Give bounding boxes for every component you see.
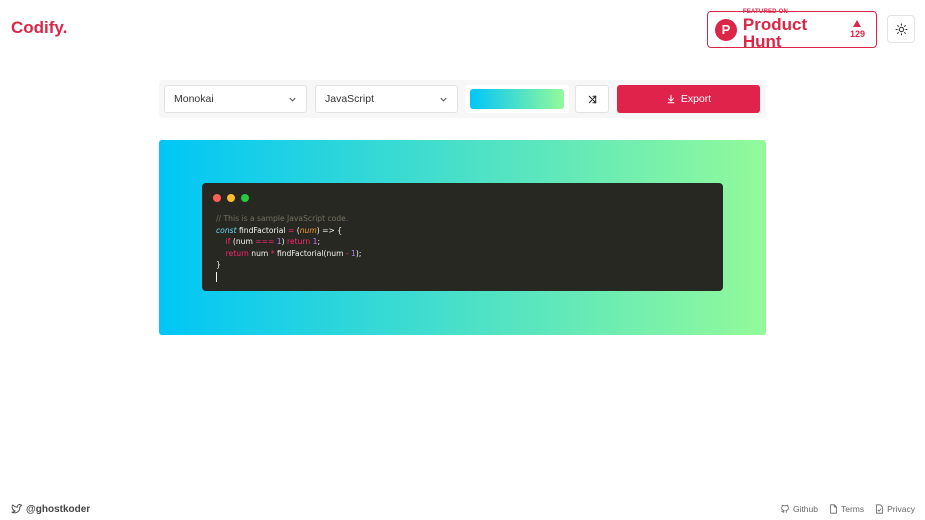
code-token: ) => { bbox=[316, 225, 343, 235]
code-line-5: } bbox=[216, 260, 221, 270]
product-hunt-name: Product Hunt bbox=[742, 15, 808, 51]
export-label: Export bbox=[680, 93, 712, 105]
chevron-down-icon bbox=[440, 97, 447, 102]
randomize-button[interactable] bbox=[575, 85, 609, 113]
privacy-link[interactable]: Privacy bbox=[875, 504, 915, 514]
toolbar: Monokai JavaScript Export bbox=[159, 80, 766, 118]
code-token: return bbox=[225, 248, 249, 258]
sun-icon bbox=[895, 23, 907, 35]
code-token: ; bbox=[317, 237, 321, 247]
minimize-dot bbox=[227, 194, 235, 202]
app-logo[interactable]: Codify. bbox=[11, 18, 67, 38]
theme-select[interactable]: Monokai bbox=[164, 85, 307, 113]
twitter-icon bbox=[11, 504, 22, 514]
maximize-dot bbox=[241, 194, 249, 202]
language-select-value: JavaScript bbox=[325, 93, 375, 105]
close-dot bbox=[213, 194, 221, 202]
twitter-handle: @ghostkoder bbox=[26, 504, 91, 515]
shuffle-icon bbox=[588, 95, 596, 103]
code-token: ); bbox=[355, 248, 362, 258]
code-line-1: // This is a sample JavaScript code. bbox=[216, 214, 349, 223]
code-token: findFactorial bbox=[236, 225, 288, 235]
export-button[interactable]: Export bbox=[617, 85, 760, 113]
code-line-4: return num * findFactorial(num - 1); bbox=[216, 248, 362, 258]
theme-select-value: Monokai bbox=[174, 93, 214, 105]
code-canvas: // This is a sample JavaScript code. con… bbox=[159, 140, 766, 335]
product-hunt-vote-count: 129 bbox=[849, 29, 865, 39]
document-icon bbox=[830, 504, 837, 514]
window-controls bbox=[213, 194, 249, 202]
code-token: return bbox=[287, 237, 311, 247]
github-icon bbox=[781, 504, 789, 513]
product-hunt-icon: P bbox=[715, 18, 737, 41]
privacy-label: Privacy bbox=[887, 504, 915, 514]
code-token: num bbox=[299, 225, 317, 235]
chevron-down-icon bbox=[289, 97, 296, 102]
language-select[interactable]: JavaScript bbox=[315, 85, 458, 113]
code-token: findFactorial(num bbox=[274, 248, 346, 258]
footer-links: Github Terms Privacy bbox=[780, 504, 915, 514]
theme-toggle-button[interactable] bbox=[887, 15, 915, 43]
terms-link[interactable]: Terms bbox=[829, 504, 864, 514]
code-token: 1 bbox=[274, 237, 282, 247]
background-gradient-swatch[interactable] bbox=[470, 89, 564, 109]
code-token: 1 bbox=[348, 248, 356, 258]
code-token: const bbox=[216, 225, 237, 235]
github-label: Github bbox=[792, 504, 818, 514]
code-text[interactable]: // This is a sample JavaScript code. con… bbox=[216, 213, 361, 283]
text-cursor bbox=[216, 271, 217, 282]
code-line-2: const findFactorial = (num) => { bbox=[216, 226, 342, 235]
document-check-icon bbox=[876, 504, 883, 514]
upvote-arrow-icon bbox=[853, 20, 862, 27]
code-token: (num bbox=[230, 237, 256, 247]
download-icon bbox=[667, 94, 675, 104]
code-token: === bbox=[255, 237, 275, 247]
product-hunt-badge[interactable]: P FEATURED ON Product Hunt 129 bbox=[707, 9, 877, 51]
twitter-link[interactable]: @ghostkoder bbox=[11, 504, 90, 515]
code-editor[interactable]: // This is a sample JavaScript code. con… bbox=[202, 183, 723, 291]
terms-label: Terms bbox=[840, 504, 865, 514]
code-line-3: if (num === 1) return 1; bbox=[216, 237, 320, 246]
github-link[interactable]: Github bbox=[780, 504, 818, 514]
code-token: num bbox=[248, 248, 271, 258]
